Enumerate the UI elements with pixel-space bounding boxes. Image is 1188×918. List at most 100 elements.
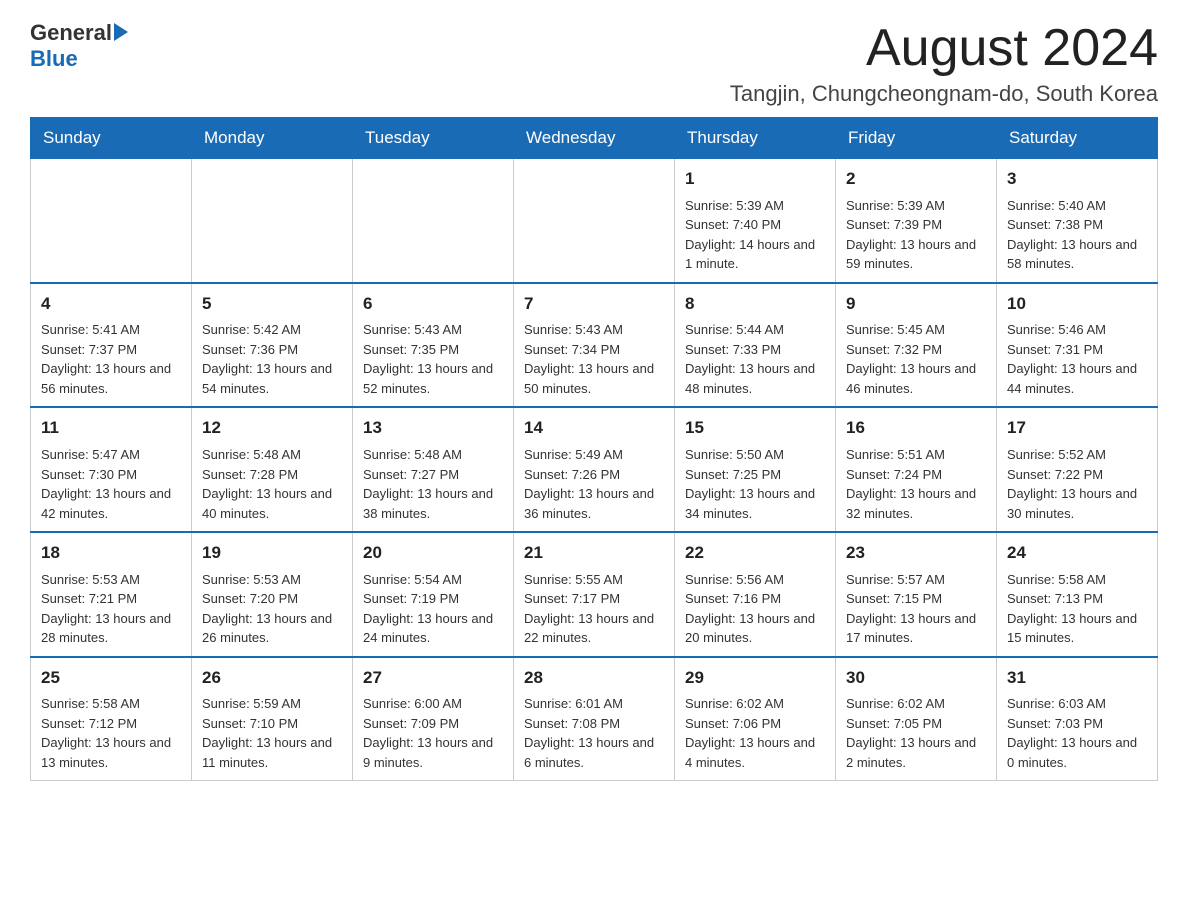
day-number: 15 (685, 416, 825, 441)
day-info: Sunrise: 5:43 AM Sunset: 7:35 PM Dayligh… (363, 320, 503, 398)
logo-triangle-icon (114, 23, 128, 41)
calendar-day-cell: 5Sunrise: 5:42 AM Sunset: 7:36 PM Daylig… (192, 283, 353, 408)
calendar-day-cell (353, 159, 514, 283)
day-number: 17 (1007, 416, 1147, 441)
location-subtitle: Tangjin, Chungcheongnam-do, South Korea (730, 81, 1158, 107)
day-number: 20 (363, 541, 503, 566)
day-info: Sunrise: 5:59 AM Sunset: 7:10 PM Dayligh… (202, 694, 342, 772)
calendar-week-row: 18Sunrise: 5:53 AM Sunset: 7:21 PM Dayli… (31, 532, 1158, 657)
day-number: 23 (846, 541, 986, 566)
calendar-day-cell: 24Sunrise: 5:58 AM Sunset: 7:13 PM Dayli… (997, 532, 1158, 657)
calendar-day-cell: 1Sunrise: 5:39 AM Sunset: 7:40 PM Daylig… (675, 159, 836, 283)
day-number: 25 (41, 666, 181, 691)
day-number: 28 (524, 666, 664, 691)
day-number: 4 (41, 292, 181, 317)
day-number: 30 (846, 666, 986, 691)
calendar-day-cell: 7 Sunrise: 5:43 AM Sunset: 7:34 PM Daylig… (514, 283, 675, 408)
header-friday: Friday (836, 118, 997, 159)
calendar-day-cell: 25 Sunrise: 5:58 AM Sunset: 7:12 PM Dayli… (31, 657, 192, 781)
logo: General Blue (30, 20, 128, 72)
calendar-day-cell: 20 Sunrise: 5:54 AM Sunset: 7:19 PM Dayli… (353, 532, 514, 657)
day-number: 21 (524, 541, 664, 566)
day-info: Sunrise: 5:56 AM Sunset: 7:16 PM Dayligh… (685, 570, 825, 648)
day-info: Sunrise: 5:58 AM Sunset: 7:13 PM Dayligh… (1007, 570, 1147, 648)
header-saturday: Saturday (997, 118, 1158, 159)
calendar-day-cell: 11Sunrise: 5:47 AM Sunset: 7:30 PM Dayli… (31, 407, 192, 532)
calendar-header-row: SundayMondayTuesdayWednesdayThursdayFrid… (31, 118, 1158, 159)
header-monday: Monday (192, 118, 353, 159)
calendar-day-cell: 26 Sunrise: 5:59 AM Sunset: 7:10 PM Dayli… (192, 657, 353, 781)
calendar-day-cell: 27 Sunrise: 6:00 AM Sunset: 7:09 PM Dayli… (353, 657, 514, 781)
calendar-day-cell: 4Sunrise: 5:41 AM Sunset: 7:37 PM Daylig… (31, 283, 192, 408)
day-info: Sunrise: 5:53 AM Sunset: 7:20 PM Dayligh… (202, 570, 342, 648)
day-info: Sunrise: 5:46 AM Sunset: 7:31 PM Dayligh… (1007, 320, 1147, 398)
calendar-day-cell (514, 159, 675, 283)
day-number: 13 (363, 416, 503, 441)
day-info: Sunrise: 5:50 AM Sunset: 7:25 PM Dayligh… (685, 445, 825, 523)
calendar-day-cell: 17 Sunrise: 5:52 AM Sunset: 7:22 PM Dayli… (997, 407, 1158, 532)
day-info: Sunrise: 6:02 AM Sunset: 7:06 PM Dayligh… (685, 694, 825, 772)
day-info: Sunrise: 5:52 AM Sunset: 7:22 PM Dayligh… (1007, 445, 1147, 523)
calendar-day-cell: 16 Sunrise: 5:51 AM Sunset: 7:24 PM Dayli… (836, 407, 997, 532)
day-number: 29 (685, 666, 825, 691)
day-number: 12 (202, 416, 342, 441)
calendar-week-row: 4Sunrise: 5:41 AM Sunset: 7:37 PM Daylig… (31, 283, 1158, 408)
calendar-day-cell: 10 Sunrise: 5:46 AM Sunset: 7:31 PM Dayli… (997, 283, 1158, 408)
day-number: 11 (41, 416, 181, 441)
day-number: 19 (202, 541, 342, 566)
header-wednesday: Wednesday (514, 118, 675, 159)
day-number: 7 (524, 292, 664, 317)
header-sunday: Sunday (31, 118, 192, 159)
day-info: Sunrise: 5:39 AM Sunset: 7:39 PM Dayligh… (846, 196, 986, 274)
day-info: Sunrise: 5:53 AM Sunset: 7:21 PM Dayligh… (41, 570, 181, 648)
header: General Blue August 2024 Tangjin, Chungc… (30, 20, 1158, 107)
calendar-day-cell: 18Sunrise: 5:53 AM Sunset: 7:21 PM Dayli… (31, 532, 192, 657)
day-number: 5 (202, 292, 342, 317)
calendar-day-cell: 13 Sunrise: 5:48 AM Sunset: 7:27 PM Dayli… (353, 407, 514, 532)
day-info: Sunrise: 5:44 AM Sunset: 7:33 PM Dayligh… (685, 320, 825, 398)
day-number: 6 (363, 292, 503, 317)
day-number: 16 (846, 416, 986, 441)
day-number: 22 (685, 541, 825, 566)
day-info: Sunrise: 6:03 AM Sunset: 7:03 PM Dayligh… (1007, 694, 1147, 772)
day-number: 27 (363, 666, 503, 691)
calendar-day-cell: 30 Sunrise: 6:02 AM Sunset: 7:05 PM Dayli… (836, 657, 997, 781)
calendar-week-row: 25 Sunrise: 5:58 AM Sunset: 7:12 PM Dayli… (31, 657, 1158, 781)
day-info: Sunrise: 5:57 AM Sunset: 7:15 PM Dayligh… (846, 570, 986, 648)
day-info: Sunrise: 5:58 AM Sunset: 7:12 PM Dayligh… (41, 694, 181, 772)
header-tuesday: Tuesday (353, 118, 514, 159)
day-info: Sunrise: 5:54 AM Sunset: 7:19 PM Dayligh… (363, 570, 503, 648)
header-thursday: Thursday (675, 118, 836, 159)
day-info: Sunrise: 5:55 AM Sunset: 7:17 PM Dayligh… (524, 570, 664, 648)
day-info: Sunrise: 5:45 AM Sunset: 7:32 PM Dayligh… (846, 320, 986, 398)
calendar-week-row: 11Sunrise: 5:47 AM Sunset: 7:30 PM Dayli… (31, 407, 1158, 532)
day-info: Sunrise: 5:40 AM Sunset: 7:38 PM Dayligh… (1007, 196, 1147, 274)
day-number: 9 (846, 292, 986, 317)
calendar-day-cell (31, 159, 192, 283)
day-info: Sunrise: 5:48 AM Sunset: 7:27 PM Dayligh… (363, 445, 503, 523)
day-number: 14 (524, 416, 664, 441)
calendar-day-cell: 23 Sunrise: 5:57 AM Sunset: 7:15 PM Dayli… (836, 532, 997, 657)
calendar-day-cell: 22 Sunrise: 5:56 AM Sunset: 7:16 PM Dayli… (675, 532, 836, 657)
calendar-day-cell: 28Sunrise: 6:01 AM Sunset: 7:08 PM Dayli… (514, 657, 675, 781)
calendar-table: SundayMondayTuesdayWednesdayThursdayFrid… (30, 117, 1158, 781)
day-info: Sunrise: 5:43 AM Sunset: 7:34 PM Dayligh… (524, 320, 664, 398)
day-number: 10 (1007, 292, 1147, 317)
calendar-day-cell: 31Sunrise: 6:03 AM Sunset: 7:03 PM Dayli… (997, 657, 1158, 781)
day-info: Sunrise: 5:51 AM Sunset: 7:24 PM Dayligh… (846, 445, 986, 523)
day-info: Sunrise: 6:00 AM Sunset: 7:09 PM Dayligh… (363, 694, 503, 772)
day-number: 2 (846, 167, 986, 192)
calendar-day-cell: 6 Sunrise: 5:43 AM Sunset: 7:35 PM Daylig… (353, 283, 514, 408)
day-number: 1 (685, 167, 825, 192)
calendar-day-cell: 19 Sunrise: 5:53 AM Sunset: 7:20 PM Dayli… (192, 532, 353, 657)
calendar-day-cell: 9 Sunrise: 5:45 AM Sunset: 7:32 PM Daylig… (836, 283, 997, 408)
calendar-day-cell: 14Sunrise: 5:49 AM Sunset: 7:26 PM Dayli… (514, 407, 675, 532)
day-info: Sunrise: 5:48 AM Sunset: 7:28 PM Dayligh… (202, 445, 342, 523)
day-info: Sunrise: 6:02 AM Sunset: 7:05 PM Dayligh… (846, 694, 986, 772)
day-number: 26 (202, 666, 342, 691)
calendar-day-cell: 2 Sunrise: 5:39 AM Sunset: 7:39 PM Daylig… (836, 159, 997, 283)
calendar-day-cell: 29 Sunrise: 6:02 AM Sunset: 7:06 PM Dayli… (675, 657, 836, 781)
day-number: 3 (1007, 167, 1147, 192)
logo-general: General (30, 20, 112, 46)
calendar-day-cell (192, 159, 353, 283)
